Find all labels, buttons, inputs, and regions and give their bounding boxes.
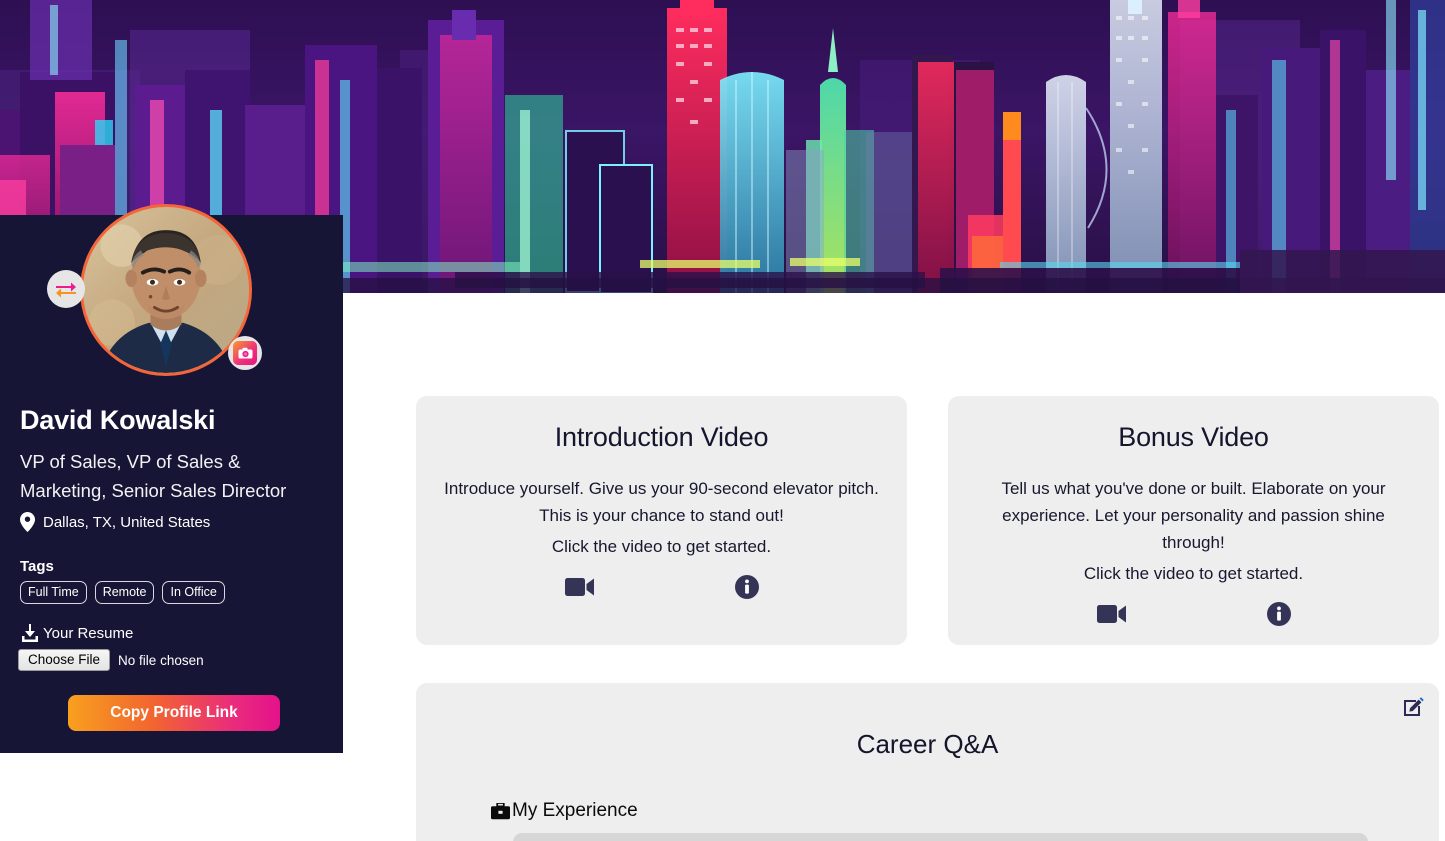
file-status-text: No file chosen — [118, 653, 204, 668]
info-circle-icon[interactable] — [735, 575, 759, 599]
my-experience-label: My Experience — [512, 800, 638, 822]
tag-remote[interactable]: Remote — [95, 581, 155, 604]
edit-pencil-icon[interactable] — [1403, 695, 1425, 717]
profile-roles: VP of Sales, VP of Sales & Marketing, Se… — [20, 447, 310, 505]
avatar-photo — [83, 207, 249, 373]
introduction-video-title: Introduction Video — [416, 422, 907, 453]
career-qa-card: Career Q&A My Experience — [416, 683, 1439, 841]
resume-file-input[interactable]: Choose File No file chosen — [18, 649, 204, 671]
avatar-container — [80, 204, 252, 376]
profile-page: David Kowalski VP of Sales, VP of Sales … — [0, 0, 1445, 841]
choose-file-button[interactable]: Choose File — [18, 649, 110, 671]
video-camera-icon[interactable] — [565, 575, 595, 599]
my-experience-answer-box[interactable] — [513, 833, 1368, 841]
avatar[interactable] — [80, 204, 252, 376]
career-qa-title: Career Q&A — [416, 729, 1439, 760]
download-icon — [20, 623, 40, 643]
tags-list: Full Time Remote In Office — [20, 581, 225, 604]
tag-in-office[interactable]: In Office — [162, 581, 224, 604]
bonus-video-title: Bonus Video — [948, 422, 1439, 453]
profile-location: Dallas, TX, United States — [20, 512, 210, 532]
briefcase-icon — [491, 803, 510, 820]
introduction-video-description: Introduce yourself. Give us your 90-seco… — [438, 475, 885, 529]
map-pin-icon — [20, 512, 35, 532]
tags-label: Tags — [20, 558, 54, 575]
swap-arrows-icon — [55, 280, 77, 298]
introduction-video-actions — [416, 575, 907, 599]
tag-full-time[interactable]: Full Time — [20, 581, 87, 604]
bonus-video-cta: Click the video to get started. — [948, 564, 1439, 584]
info-circle-icon[interactable] — [1267, 602, 1291, 626]
resume-label: Your Resume — [43, 625, 133, 642]
profile-name: David Kowalski — [20, 405, 215, 436]
video-camera-icon[interactable] — [1097, 602, 1127, 626]
camera-icon — [233, 341, 257, 365]
introduction-video-card: Introduction Video Introduce yourself. G… — [416, 396, 907, 645]
resume-label-row: Your Resume — [20, 623, 133, 643]
swap-photo-button[interactable] — [47, 270, 85, 308]
bonus-video-actions — [948, 602, 1439, 626]
my-experience-section-header: My Experience — [491, 800, 638, 822]
profile-location-text: Dallas, TX, United States — [43, 514, 210, 531]
copy-profile-link-button[interactable]: Copy Profile Link — [68, 695, 280, 731]
change-photo-button[interactable] — [228, 336, 262, 370]
introduction-video-cta: Click the video to get started. — [416, 537, 907, 557]
bonus-video-description: Tell us what you've done or built. Elabo… — [970, 475, 1417, 556]
bonus-video-card: Bonus Video Tell us what you've done or … — [948, 396, 1439, 645]
profile-sidebar: David Kowalski VP of Sales, VP of Sales … — [0, 215, 343, 753]
